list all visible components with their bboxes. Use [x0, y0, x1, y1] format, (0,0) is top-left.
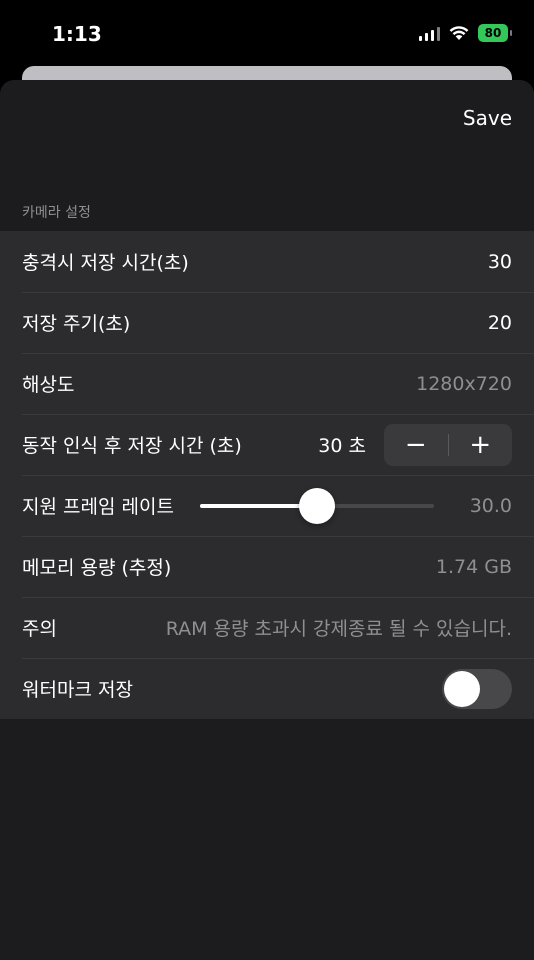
settings-list: 충격시 저장 시간(초) 30 저장 주기(초) 20 해상도 1280x720… — [0, 231, 534, 719]
battery-icon: 80 — [478, 24, 512, 42]
status-icons: 80 — [419, 24, 512, 42]
row-label: 충격시 저장 시간(초) — [22, 252, 189, 274]
status-bar: 1:13 80 — [0, 0, 534, 68]
row-label: 메모리 용량 (추정) — [22, 557, 172, 579]
wifi-icon — [448, 25, 470, 41]
decrement-button[interactable]: − — [384, 424, 448, 466]
impact-save-time-row[interactable]: 충격시 저장 시간(초) 30 — [0, 231, 534, 292]
memory-value: 1.74 GB — [435, 555, 512, 578]
slider-thumb[interactable] — [298, 487, 335, 524]
cellular-signal-icon — [419, 25, 440, 41]
save-cycle-row[interactable]: 저장 주기(초) 20 — [0, 292, 534, 353]
row-label: 주의 — [22, 618, 57, 640]
save-cycle-value: 20 — [487, 311, 512, 334]
caution-text: RAM 용량 초과시 강제종료 될 수 있습니다. — [165, 618, 512, 640]
status-time: 1:13 — [52, 22, 102, 46]
motion-save-time-row: 동작 인식 후 저장 시간 (초) 30 초 − + — [0, 414, 534, 475]
section-header: 카메라 설정 — [22, 205, 91, 221]
row-label: 해상도 — [22, 374, 75, 396]
resolution-value: 1280x720 — [416, 372, 512, 395]
increment-button[interactable]: + — [449, 424, 513, 466]
row-label: 워터마크 저장 — [22, 679, 133, 701]
toggle-knob — [444, 670, 480, 707]
frame-rate-value: 30.0 — [469, 494, 512, 517]
motion-save-time-value: 30 초 — [318, 435, 366, 457]
memory-row: 메모리 용량 (추정) 1.74 GB — [0, 536, 534, 597]
watermark-row: 워터마크 저장 — [0, 658, 534, 719]
row-label: 지원 프레임 레이트 — [22, 496, 174, 518]
frame-rate-row: 지원 프레임 레이트 30.0 — [0, 475, 534, 536]
frame-rate-slider[interactable] — [199, 487, 434, 524]
motion-save-time-stepper: − + — [384, 423, 513, 466]
save-button[interactable]: Save — [463, 106, 512, 130]
row-label: 동작 인식 후 저장 시간 (초) — [22, 435, 242, 457]
resolution-row: 해상도 1280x720 — [0, 353, 534, 414]
impact-save-time-value: 30 — [487, 250, 512, 273]
caution-row: 주의 RAM 용량 초과시 강제종료 될 수 있습니다. — [0, 597, 534, 658]
battery-level: 80 — [484, 26, 502, 40]
watermark-toggle[interactable] — [442, 668, 512, 709]
settings-sheet: Save 카메라 설정 충격시 저장 시간(초) 30 저장 주기(초) 20 … — [0, 80, 534, 960]
row-label: 저장 주기(초) — [22, 313, 131, 335]
